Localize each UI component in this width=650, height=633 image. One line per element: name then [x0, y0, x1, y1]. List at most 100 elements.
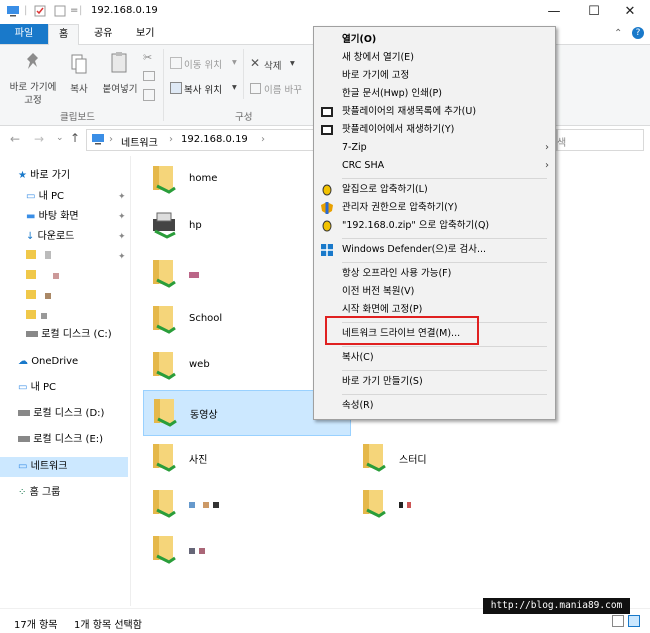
- paste-shortcut-icon[interactable]: [143, 89, 155, 101]
- defender-icon: [321, 244, 333, 256]
- search-input[interactable]: 색: [556, 129, 644, 151]
- menu-item-restore-previous[interactable]: 이전 버전 복원(V): [314, 283, 555, 301]
- menu-item-alzip-admin[interactable]: 관리자 권한으로 압축하기(Y): [314, 199, 555, 217]
- back-icon[interactable]: ←: [10, 132, 20, 146]
- sidebar-item-folder[interactable]: [26, 247, 52, 267]
- menu-item-alzip[interactable]: 알집으로 압축하기(L): [314, 181, 555, 199]
- minimize-button[interactable]: —: [534, 0, 574, 24]
- list-item[interactable]: 스터디: [353, 436, 553, 480]
- menu-item-label: 팟플레이어에서 재생하기(Y): [342, 124, 455, 135]
- breadcrumb-host[interactable]: 192.168.0.19: [181, 134, 248, 145]
- move-to-icon[interactable]: [170, 57, 182, 69]
- sidebar-item-folder[interactable]: [26, 307, 48, 327]
- menu-item-defender[interactable]: Windows Defender(으)로 검사...: [314, 241, 555, 259]
- maximize-button[interactable]: ☐: [574, 0, 614, 24]
- pin-icon[interactable]: ✦: [118, 212, 126, 222]
- details-view-icon[interactable]: [612, 615, 624, 627]
- menu-item-potplayer-add[interactable]: 팟플레이어의 재생목록에 추가(U): [314, 103, 555, 121]
- pin-quick-access-label-2[interactable]: 고정: [4, 92, 62, 106]
- menu-item-potplayer-play[interactable]: 팟플레이어에서 재생하기(Y): [314, 121, 555, 139]
- copy-path-icon[interactable]: [143, 71, 155, 81]
- menu-item-label: 이전 버전 복원(V): [342, 286, 415, 297]
- menu-item-properties[interactable]: 속성(R): [314, 397, 555, 415]
- sidebar-item-network[interactable]: ▭ 네트워크: [0, 457, 128, 477]
- new-folder-icon[interactable]: [54, 5, 66, 20]
- sidebar-item-quick-access[interactable]: ★ 바로 가기: [18, 166, 70, 186]
- qat-dropdown-icon[interactable]: =: [70, 5, 78, 16]
- properties-icon[interactable]: [34, 5, 46, 20]
- delete-button[interactable]: 삭제: [264, 58, 281, 72]
- large-icons-view-icon[interactable]: [628, 615, 640, 627]
- tab-home[interactable]: 홈: [48, 24, 80, 46]
- redacted-text: [189, 502, 219, 508]
- tab-view[interactable]: 보기: [126, 24, 164, 44]
- menu-item-crc-sha[interactable]: CRC SHA ›: [314, 157, 555, 175]
- list-item[interactable]: [143, 482, 343, 526]
- chevron-up-icon[interactable]: ⌃: [614, 28, 622, 39]
- pin-icon[interactable]: ✦: [118, 252, 126, 262]
- recent-locations-icon[interactable]: ⌄: [56, 133, 64, 143]
- menu-item-zip-to[interactable]: "192.168.0.zip" 으로 압축하기(Q): [314, 217, 555, 235]
- pin-icon[interactable]: [24, 51, 42, 76]
- chevron-right-icon: ›: [545, 142, 549, 153]
- move-to-button[interactable]: 이동 위치: [184, 57, 222, 71]
- redacted-text: [41, 313, 48, 319]
- menu-separator: [342, 394, 547, 395]
- copy-to-icon[interactable]: [170, 82, 182, 94]
- menu-separator: [342, 346, 547, 347]
- menu-item-open[interactable]: 열기(O): [314, 31, 555, 49]
- help-icon[interactable]: ?: [632, 27, 644, 39]
- menu-item-label: 바로 가기 만들기(S): [342, 376, 423, 387]
- sidebar-item-onedrive[interactable]: ☁ OneDrive: [18, 352, 78, 372]
- rename-button[interactable]: 이름 바꾸: [264, 82, 302, 96]
- sidebar-item-folder[interactable]: [26, 267, 60, 287]
- sidebar-item-local-disk-c[interactable]: 로컬 디스크 (C:): [26, 325, 112, 345]
- list-item[interactable]: 사진: [143, 436, 343, 480]
- copy-to-button[interactable]: 복사 위치: [184, 82, 222, 96]
- sidebar-item-desktop[interactable]: ▬ 바탕 화면: [26, 207, 79, 227]
- selection-count: 1개 항목 선택함: [74, 620, 142, 631]
- desktop-icon: ▬: [26, 211, 36, 222]
- rename-icon[interactable]: [250, 83, 261, 94]
- copy-icon[interactable]: [70, 53, 88, 78]
- menu-item-copy[interactable]: 복사(C): [314, 349, 555, 367]
- folder-icon: [26, 270, 36, 279]
- sidebar-item-this-pc[interactable]: ▭ 내 PC: [26, 187, 64, 207]
- chevron-down-icon: ▾: [232, 82, 237, 93]
- list-item[interactable]: [143, 528, 343, 572]
- breadcrumb-network[interactable]: 네트워크: [121, 134, 158, 149]
- sidebar-item-label: 로컬 디스크 (E:): [33, 434, 104, 445]
- sidebar-item-folder[interactable]: [26, 287, 52, 307]
- menu-item-open-new-window[interactable]: 새 창에서 열기(E): [314, 49, 555, 67]
- forward-icon[interactable]: →: [34, 132, 44, 146]
- cut-icon[interactable]: ✂: [143, 51, 152, 64]
- menu-item-7zip[interactable]: 7-Zip ›: [314, 139, 555, 157]
- pin-quick-access-label[interactable]: 바로 가기에: [4, 79, 62, 93]
- sidebar-item-local-disk-d[interactable]: 로컬 디스크 (D:): [18, 404, 104, 424]
- paste-icon[interactable]: [110, 51, 128, 78]
- menu-item-label: 속성(R): [342, 400, 374, 411]
- menu-item-label: 복사(C): [342, 352, 374, 363]
- tab-file[interactable]: 파일: [0, 24, 48, 44]
- ribbon-divider: [243, 49, 244, 99]
- menu-item-label: Windows Defender(으)로 검사...: [342, 244, 487, 255]
- delete-icon[interactable]: ✕: [250, 56, 260, 70]
- menu-item-hwp-print[interactable]: 한글 문서(Hwp) 인쇄(P): [314, 85, 555, 103]
- paste-button[interactable]: 붙여넣기: [98, 81, 142, 95]
- copy-button[interactable]: 복사: [64, 81, 94, 95]
- close-button[interactable]: ✕: [610, 0, 650, 24]
- menu-item-create-shortcut[interactable]: 바로 가기 만들기(S): [314, 373, 555, 391]
- menu-item-always-offline[interactable]: 항상 오프라인 사용 가능(F): [314, 265, 555, 283]
- sidebar-item-downloads[interactable]: ↓ 다운로드: [26, 227, 74, 247]
- sidebar-item-local-disk-e[interactable]: 로컬 디스크 (E:): [18, 430, 103, 450]
- up-icon[interactable]: ↑: [70, 131, 80, 145]
- sidebar-item-this-pc-2[interactable]: ▭ 내 PC: [18, 378, 56, 398]
- pin-icon[interactable]: ✦: [118, 192, 126, 202]
- list-item[interactable]: [353, 482, 553, 526]
- menu-item-label: 한글 문서(Hwp) 인쇄(P): [342, 88, 442, 99]
- pin-icon[interactable]: ✦: [118, 232, 126, 242]
- title-bar: | = | 192.168.0.19 — ☐ ✕: [0, 0, 650, 25]
- tab-share[interactable]: 공유: [84, 24, 122, 44]
- menu-item-pin-quick-access[interactable]: 바로 가기에 고정: [314, 67, 555, 85]
- sidebar-item-homegroup[interactable]: ⁘ 홈 그룹: [18, 483, 60, 503]
